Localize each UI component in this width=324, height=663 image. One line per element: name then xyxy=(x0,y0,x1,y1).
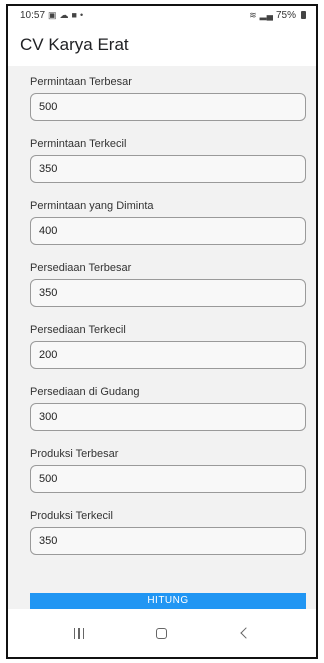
persediaan-terkecil-input[interactable]: 200 xyxy=(30,341,306,369)
field-permintaan-diminta: Permintaan yang Diminta 400 xyxy=(18,190,306,252)
persediaan-gudang-input[interactable]: 300 xyxy=(30,403,306,431)
form-content: Permintaan Terbesar 500 Permintaan Terke… xyxy=(8,66,316,609)
field-label: Permintaan yang Diminta xyxy=(30,200,154,212)
field-label: Persediaan Terbesar xyxy=(30,262,132,274)
produksi-terbesar-input[interactable]: 500 xyxy=(30,465,306,493)
dot-icon: • xyxy=(79,10,84,20)
message-icon: ■ xyxy=(71,10,77,20)
field-produksi-terbesar: Produksi Terbesar 500 xyxy=(18,438,306,500)
field-label: Persediaan Terkecil xyxy=(30,324,126,336)
app-bar: CV Karya Erat xyxy=(8,24,316,66)
field-produksi-terkecil: Produksi Terkecil 350 xyxy=(18,500,306,562)
field-persediaan-terbesar: Persediaan Terbesar 350 xyxy=(18,252,306,314)
home-icon[interactable] xyxy=(155,627,167,639)
field-label: Permintaan Terbesar xyxy=(30,76,132,88)
cloud-icon: ☁ xyxy=(59,9,69,20)
field-persediaan-gudang: Persediaan di Gudang 300 xyxy=(18,376,306,438)
field-label: Produksi Terkecil xyxy=(30,510,113,522)
app-title: CV Karya Erat xyxy=(20,35,129,54)
field-label: Produksi Terbesar xyxy=(30,448,119,460)
signal-icon: ▂▄ xyxy=(259,9,273,20)
hitung-button[interactable]: HITUNG xyxy=(30,593,306,609)
battery-icon xyxy=(301,11,306,19)
produksi-terkecil-input[interactable]: 350 xyxy=(30,527,306,555)
phone-screen: 10:57 ▣ ☁ ■ • ≋ ▂▄ 75% CV Karya Erat Per… xyxy=(6,4,318,659)
persediaan-terbesar-input[interactable]: 350 xyxy=(30,279,306,307)
status-time: 10:57 xyxy=(20,9,46,21)
gallery-icon: ▣ xyxy=(48,9,57,20)
field-label: Persediaan di Gudang xyxy=(30,386,140,398)
recents-icon[interactable] xyxy=(73,627,85,639)
navigation-bar xyxy=(8,609,316,657)
field-permintaan-terbesar: Permintaan Terbesar 500 xyxy=(18,66,306,128)
status-bar: 10:57 ▣ ☁ ■ • ≋ ▂▄ 75% xyxy=(8,6,316,24)
field-persediaan-terkecil: Persediaan Terkecil 200 xyxy=(18,314,306,376)
wifi-icon: ≋ xyxy=(249,9,257,20)
status-right: ≋ ▂▄ 75% xyxy=(249,10,306,21)
back-icon[interactable] xyxy=(240,627,252,639)
permintaan-diminta-input[interactable]: 400 xyxy=(30,217,306,245)
permintaan-terkecil-input[interactable]: 350 xyxy=(30,155,306,183)
field-permintaan-terkecil: Permintaan Terkecil 350 xyxy=(18,128,306,190)
field-label: Permintaan Terkecil xyxy=(30,138,127,150)
permintaan-terbesar-input[interactable]: 500 xyxy=(30,93,306,121)
battery-percent: 75% xyxy=(275,9,296,21)
status-left: 10:57 ▣ ☁ ■ • xyxy=(20,10,83,21)
